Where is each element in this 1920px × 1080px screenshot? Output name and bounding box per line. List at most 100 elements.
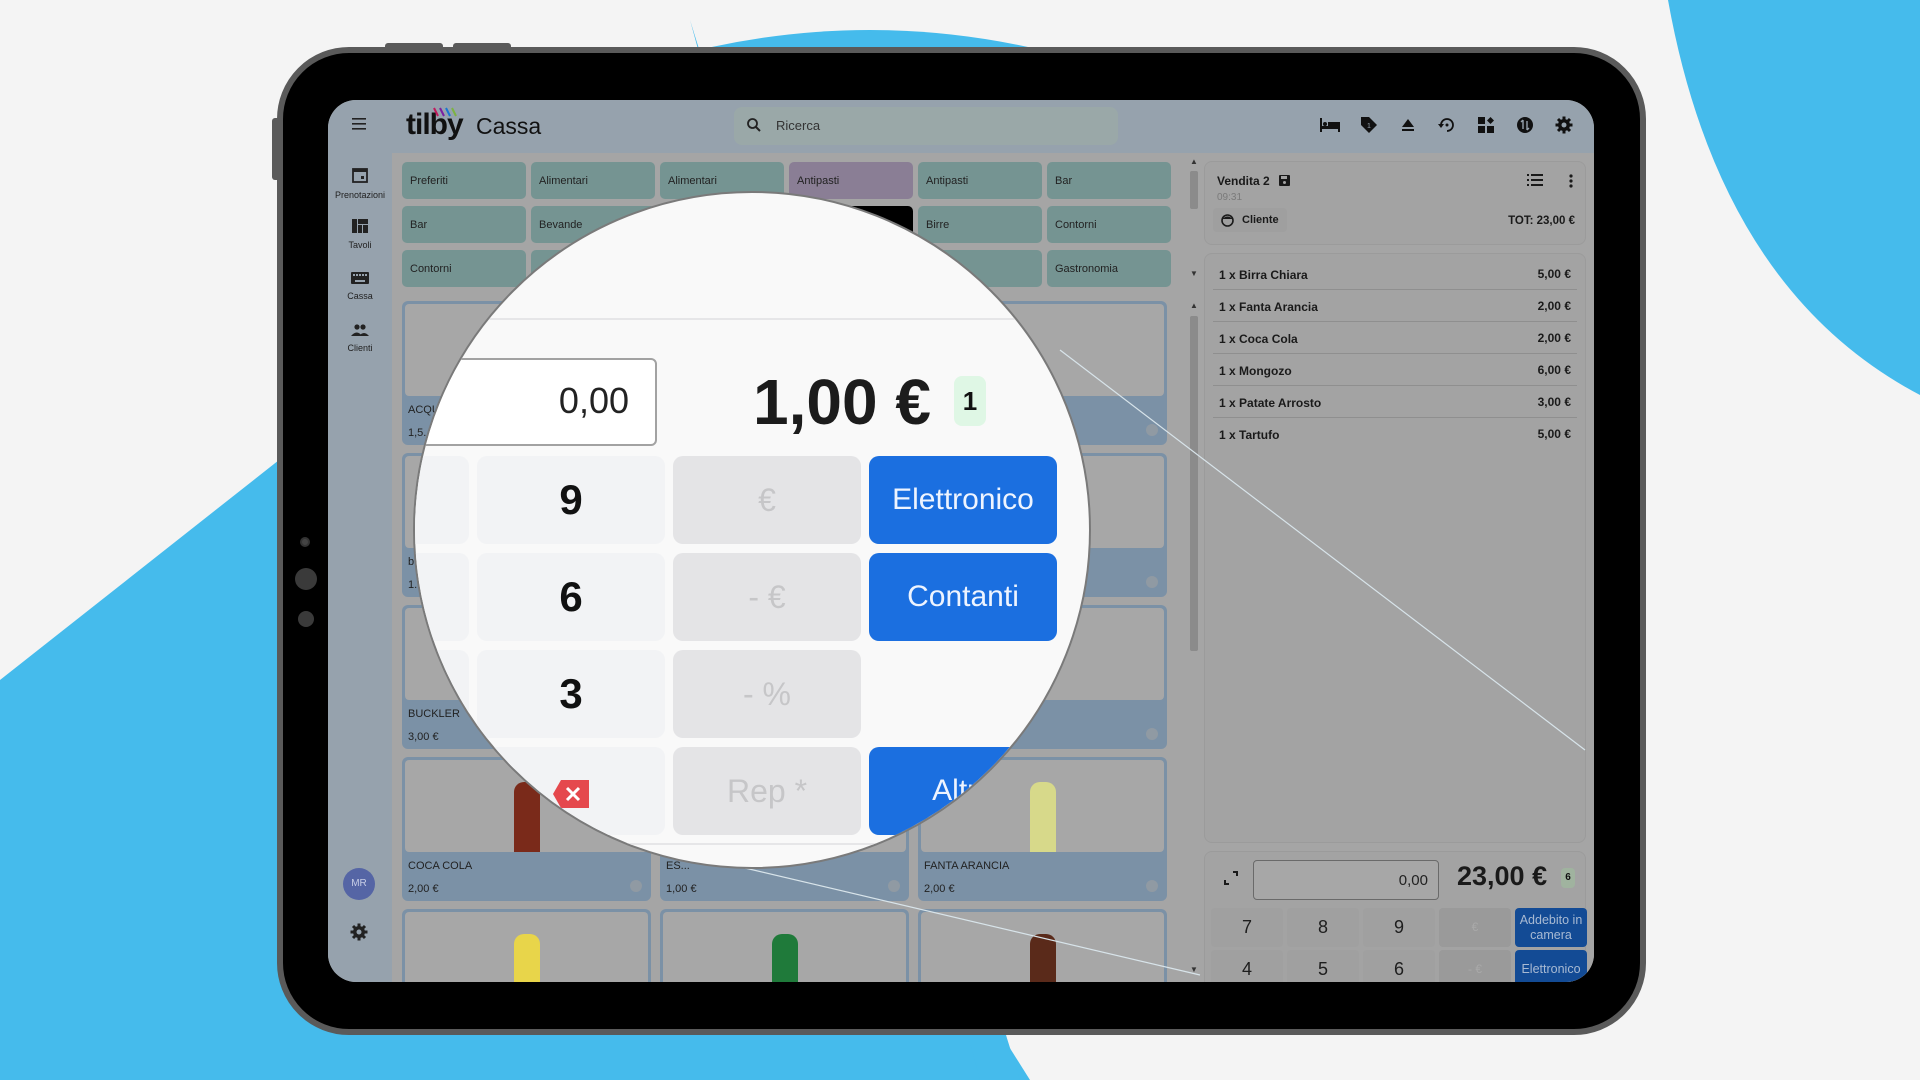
people-icon: [351, 324, 369, 336]
eject-icon[interactable]: [1398, 114, 1418, 136]
line-item-label: 1 x Patate Arrosto: [1219, 396, 1322, 410]
magnified-key-6[interactable]: 6: [477, 553, 665, 641]
sidebar-item-label: Cassa: [347, 291, 373, 301]
magnifier-lens: 0,00 1,00 € 1 9 € Elettronico 6 - € Cont…: [413, 191, 1091, 869]
magnified-key-3[interactable]: 3: [477, 650, 665, 738]
sale-line-item[interactable]: 1 x Tartufo 5,00 €: [1213, 418, 1577, 450]
apps-add-icon[interactable]: [1476, 114, 1496, 136]
magnified-key-9[interactable]: 9: [477, 456, 665, 544]
key-4[interactable]: 4: [1211, 950, 1283, 982]
line-item-price: 2,00 €: [1537, 331, 1571, 345]
search-icon: [747, 118, 761, 132]
line-item-label: 1 x Fanta Arancia: [1219, 300, 1318, 314]
key-8[interactable]: 8: [1287, 908, 1359, 947]
search-input[interactable]: Ricerca: [734, 107, 1118, 145]
bed-icon[interactable]: [1320, 114, 1340, 136]
sale-time: 09:31: [1217, 192, 1243, 203]
scroll-down-arrow[interactable]: ▼: [1190, 269, 1198, 278]
product-info-dot[interactable]: [1146, 728, 1158, 740]
magnified-keypad: 0,00 1,00 € 1 9 € Elettronico 6 - € Cont…: [415, 193, 1089, 867]
scroll-up-arrow[interactable]: ▲: [1190, 301, 1198, 310]
sidebar-item-tavoli[interactable]: Tavoli: [328, 219, 392, 250]
magnified-key-empty[interactable]: [415, 650, 469, 738]
product-info-dot[interactable]: [630, 880, 642, 892]
key-7[interactable]: 7: [1211, 908, 1283, 947]
category-scrollbar[interactable]: [1190, 171, 1198, 209]
magnified-key-empty[interactable]: [415, 456, 469, 544]
sale-actions: [1527, 174, 1573, 188]
magnified-key-euro[interactable]: €: [673, 456, 861, 544]
sale-line-item[interactable]: 1 x Fanta Arancia 2,00 €: [1213, 290, 1577, 322]
face-icon: [1221, 213, 1234, 227]
more-vert-icon[interactable]: [1569, 174, 1573, 188]
magnified-key-delete[interactable]: [477, 747, 665, 835]
product-card[interactable]: [402, 909, 651, 982]
line-item-label: 1 x Tartufo: [1219, 428, 1280, 442]
product-info-dot[interactable]: [888, 880, 900, 892]
sale-items-card: 1 x Birra Chiara 5,00 € 1 x Fanta Arancia 2…: [1204, 253, 1586, 843]
settings-icon[interactable]: [1554, 114, 1574, 136]
front-camera: [300, 537, 310, 547]
modifier-key[interactable]: €: [1439, 908, 1511, 947]
scroll-down-arrow[interactable]: ▼: [1190, 965, 1198, 974]
menu-icon[interactable]: [352, 116, 370, 134]
product-info-dot[interactable]: [1146, 880, 1158, 892]
key-6[interactable]: 6: [1363, 950, 1435, 982]
keypad-card: 0,00 23,00 € 6 789456123000€- €- %Rep *A…: [1204, 851, 1587, 982]
product-info-dot[interactable]: [1146, 576, 1158, 588]
key-5[interactable]: 5: [1287, 950, 1359, 982]
sale-line-item[interactable]: 1 x Patate Arrosto 3,00 €: [1213, 386, 1577, 418]
magnified-amount-input[interactable]: 0,00: [415, 358, 657, 446]
line-item-price: 5,00 €: [1537, 427, 1571, 441]
key-9[interactable]: 9: [1363, 908, 1435, 947]
save-icon[interactable]: [1279, 175, 1291, 186]
sale-line-item[interactable]: 1 x Mongozo 6,00 €: [1213, 354, 1577, 386]
magnified-pay-contanti[interactable]: Contanti: [869, 553, 1057, 641]
swap-circle-icon[interactable]: [1515, 114, 1535, 136]
sale-line-item[interactable]: 1 x Coca Cola 2,00 €: [1213, 322, 1577, 354]
settings-icon[interactable]: [350, 923, 368, 941]
magnified-key-rep[interactable]: Rep *: [673, 747, 861, 835]
magnified-pay-elettronico[interactable]: Elettronico: [869, 456, 1057, 544]
sale-panel: Vendita 2 09:31 Cliente TOT: 23,00 € 1 x…: [1204, 153, 1594, 982]
sidebar-item-label: Prenotazioni: [334, 190, 386, 200]
magnified-key-minus-percent[interactable]: - %: [673, 650, 861, 738]
customer-button[interactable]: Cliente: [1213, 208, 1287, 232]
amount-input[interactable]: 0,00: [1253, 860, 1439, 900]
page-title: Cassa: [476, 113, 542, 139]
sidebar-item-label: Clienti: [347, 343, 373, 353]
tag-badge-icon[interactable]: 1: [1359, 114, 1379, 136]
magnified-key-minus-euro[interactable]: - €: [673, 553, 861, 641]
sidebar-item-cassa[interactable]: Cassa: [328, 271, 392, 301]
line-item-label: 1 x Mongozo: [1219, 364, 1292, 378]
magnified-key-empty[interactable]: [415, 747, 469, 835]
product-price: 2,00 €: [924, 883, 955, 895]
user-avatar[interactable]: MR: [343, 868, 375, 900]
list-icon[interactable]: [1527, 174, 1543, 186]
magnified-key-empty[interactable]: [415, 553, 469, 641]
sidebar-item-label: Tavoli: [348, 240, 372, 250]
scroll-up-arrow[interactable]: ▲: [1190, 157, 1198, 166]
history-icon[interactable]: [1437, 114, 1457, 136]
expand-icon[interactable]: [1223, 870, 1239, 886]
sale-total: TOT: 23,00 €: [1508, 215, 1575, 227]
sale-line-item[interactable]: 1 x Birra Chiara 5,00 €: [1213, 258, 1577, 290]
bottle-image: [771, 934, 798, 982]
divider: [415, 318, 1089, 320]
product-info-dot[interactable]: [1146, 424, 1158, 436]
sensor: [298, 611, 314, 627]
product-card[interactable]: [918, 909, 1167, 982]
payment-button[interactable]: Elettronico: [1515, 950, 1587, 982]
bg-blue-shape-right: [1668, 0, 1920, 395]
product-scrollbar[interactable]: [1190, 316, 1198, 651]
search-placeholder: Ricerca: [776, 118, 821, 133]
payment-button[interactable]: Addebito in camera: [1515, 908, 1587, 947]
line-item-label: 1 x Coca Cola: [1219, 332, 1298, 346]
modifier-key[interactable]: - €: [1439, 950, 1511, 982]
divider: [415, 843, 1089, 845]
magnified-pay-altro[interactable]: Altro: [869, 747, 1057, 835]
keyboard-icon: [351, 272, 369, 284]
sidebar-item-prenotazioni[interactable]: Prenotazioni: [328, 167, 392, 200]
product-card[interactable]: [660, 909, 909, 982]
sidebar-item-clienti[interactable]: Clienti: [328, 323, 392, 353]
